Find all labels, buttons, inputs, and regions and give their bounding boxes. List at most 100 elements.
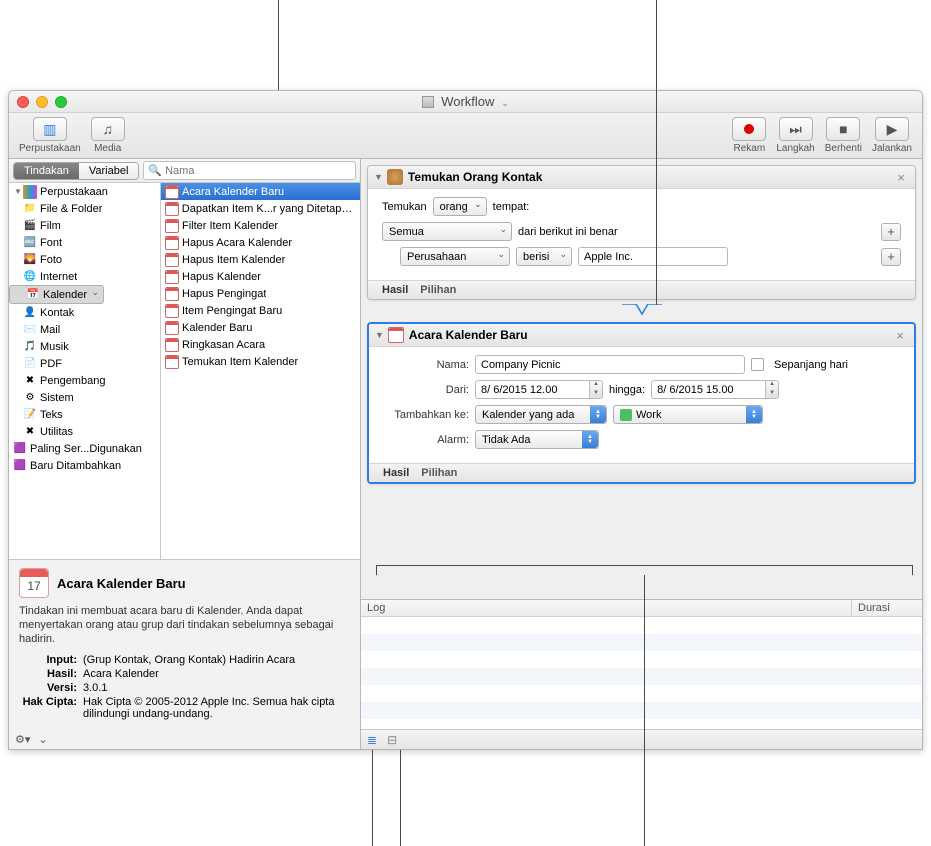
category-row-10[interactable]: 📄PDF (9, 355, 160, 372)
category-row-16[interactable]: 🟪Baru Ditambahkan (9, 457, 160, 474)
library-toolbar-button[interactable]: ▥ Perpustakaan (15, 115, 85, 156)
condition-field-select[interactable]: Perusahaan (400, 247, 510, 266)
category-row-3[interactable]: 🔤Font (9, 234, 160, 251)
category-row-12[interactable]: ⚙Sistem (9, 389, 160, 406)
step-toolbar-button[interactable]: ⏭ Langkah (772, 115, 818, 156)
from-date-input[interactable] (475, 380, 603, 399)
desc-gear-icon[interactable]: ⚙︎▾ (15, 733, 30, 746)
calendar-icon (165, 253, 179, 267)
action-row-6[interactable]: Hapus Pengingat (161, 285, 360, 302)
condition-all-select[interactable]: Semua (382, 222, 512, 241)
add-subcondition-button[interactable]: + (881, 248, 901, 266)
library-search-input[interactable] (165, 165, 351, 177)
media-toolbar-button[interactable]: ♫ Media (87, 115, 129, 156)
log-panel: Log Durasi ≣ ⊟ (361, 599, 922, 749)
event-name-input[interactable] (475, 355, 745, 374)
action-row-7[interactable]: Item Pengingat Baru (161, 302, 360, 319)
category-row-14[interactable]: ✖Utilitas (9, 423, 160, 440)
category-row-1[interactable]: 📁File & Folder (9, 200, 160, 217)
add-condition-button[interactable]: + (881, 223, 901, 241)
condition-op-select[interactable]: berisi (516, 247, 572, 266)
category-row-6[interactable]: 📅Kalender (9, 285, 104, 304)
action2-options-tab[interactable]: Pilihan (421, 467, 457, 479)
log-column-header[interactable]: Log (361, 600, 852, 616)
category-list[interactable]: ▼Perpustakaan📁File & Folder🎬Film🔤Font🌄Fo… (9, 183, 161, 559)
condition-value-input[interactable] (578, 247, 728, 266)
name-label: Nama: (383, 359, 469, 371)
workflow-canvas[interactable]: ▼ Temukan Orang Kontak × Temukan orang t… (361, 159, 922, 599)
category-row-15[interactable]: 🟪Paling Ser...Digunakan (9, 440, 160, 457)
calendar-icon (165, 304, 179, 318)
action2-results-tab[interactable]: Hasil (383, 467, 409, 479)
category-label: Pengembang (40, 375, 105, 387)
action-row-4[interactable]: Hapus Item Kalender (161, 251, 360, 268)
foto-icon: 🌄 (23, 253, 37, 267)
calendar-select[interactable]: Work▲▼ (613, 405, 763, 424)
action2-close-button[interactable]: × (892, 328, 908, 343)
category-row-7[interactable]: 👤Kontak (9, 304, 160, 321)
action-find-contacts[interactable]: ▼ Temukan Orang Kontak × Temukan orang t… (367, 165, 916, 300)
allday-checkbox[interactable] (751, 358, 764, 371)
calendar-icon (165, 185, 179, 199)
action1-title: Temukan Orang Kontak (408, 170, 893, 184)
category-row-13[interactable]: 📝Teks (9, 406, 160, 423)
variables-tab[interactable]: Variabel (79, 163, 139, 179)
library-search[interactable]: 🔍 (143, 161, 356, 180)
category-row-2[interactable]: 🎬Film (9, 217, 160, 234)
run-toolbar-button[interactable]: ▶ Jalankan (868, 115, 916, 156)
alarm-select[interactable]: Tidak Ada▲▼ (475, 430, 599, 449)
category-label: Paling Ser...Digunakan (30, 443, 142, 455)
action-row-8[interactable]: Kalender Baru (161, 319, 360, 336)
find-type-select[interactable]: orang (433, 197, 487, 216)
action1-results-tab[interactable]: Hasil (382, 284, 408, 296)
find-where-label: tempat: (493, 201, 530, 213)
action-row-2[interactable]: Filter Item Kalender (161, 217, 360, 234)
action-row-0[interactable]: Acara Kalender Baru (161, 183, 360, 200)
action-label: Dapatkan Item K...r yang Ditetapkan (182, 203, 356, 215)
action-row-9[interactable]: Ringkasan Acara (161, 336, 360, 353)
category-row-8[interactable]: ✉️Mail (9, 321, 160, 338)
action-label: Hapus Item Kalender (182, 254, 285, 266)
action-label: Temukan Item Kalender (182, 356, 298, 368)
desc-toggle-icon[interactable]: ⌄ (38, 733, 47, 746)
library-panel: Tindakan Variabel 🔍 ▼Perpustakaan📁File &… (9, 159, 361, 749)
title-chevron-icon[interactable]: ⌄ (501, 98, 509, 109)
action-list[interactable]: Acara Kalender Baru Dapatkan Item K...r y… (161, 183, 360, 559)
action-label: Acara Kalender Baru (182, 186, 284, 198)
stop-toolbar-button[interactable]: ■ Berhenti (821, 115, 866, 156)
category-row-5[interactable]: 🌐Internet (9, 268, 160, 285)
record-toolbar-button[interactable]: Rekam (728, 115, 770, 156)
actions-tab[interactable]: Tindakan (14, 163, 79, 179)
category-row-0[interactable]: ▼Perpustakaan (9, 183, 160, 200)
category-label: Kalender (43, 289, 87, 301)
disclosure-icon[interactable]: ▼ (375, 330, 384, 340)
action-row-5[interactable]: Hapus Kalender (161, 268, 360, 285)
action-row-1[interactable]: Dapatkan Item K...r yang Ditetapkan (161, 200, 360, 217)
action1-close-button[interactable]: × (893, 170, 909, 185)
category-label: Foto (40, 254, 62, 266)
action1-options-tab[interactable]: Pilihan (420, 284, 456, 296)
log-list-icon[interactable]: ≣ (367, 733, 377, 747)
action-new-calendar-event[interactable]: ▼ Acara Kalender Baru × Nama: Sepanjang … (367, 322, 916, 484)
category-label: Kontak (40, 307, 74, 319)
category-label: Perpustakaan (40, 186, 108, 198)
duration-column-header[interactable]: Durasi (852, 600, 922, 616)
disclosure-icon[interactable]: ▼ (374, 172, 383, 182)
log-compact-icon[interactable]: ⊟ (387, 733, 397, 747)
film-icon: 🎬 (23, 219, 37, 233)
action-row-10[interactable]: Temukan Item Kalender (161, 353, 360, 370)
category-label: Font (40, 237, 62, 249)
contact-icon: 👤 (23, 306, 37, 320)
category-row-4[interactable]: 🌄Foto (9, 251, 160, 268)
calendar-icon (165, 355, 179, 369)
purple-icon: 🟪 (13, 459, 27, 473)
category-row-9[interactable]: 🎵Musik (9, 338, 160, 355)
to-date-input[interactable] (651, 380, 779, 399)
action-label: Ringkasan Acara (182, 339, 265, 351)
action-label: Kalender Baru (182, 322, 252, 334)
action-row-3[interactable]: Hapus Acara Kalender (161, 234, 360, 251)
category-row-11[interactable]: ✖Pengembang (9, 372, 160, 389)
pdf-icon: 📄 (23, 357, 37, 371)
addto-select[interactable]: Kalender yang ada▲▼ (475, 405, 607, 424)
stop-button-label: Berhenti (825, 143, 862, 154)
